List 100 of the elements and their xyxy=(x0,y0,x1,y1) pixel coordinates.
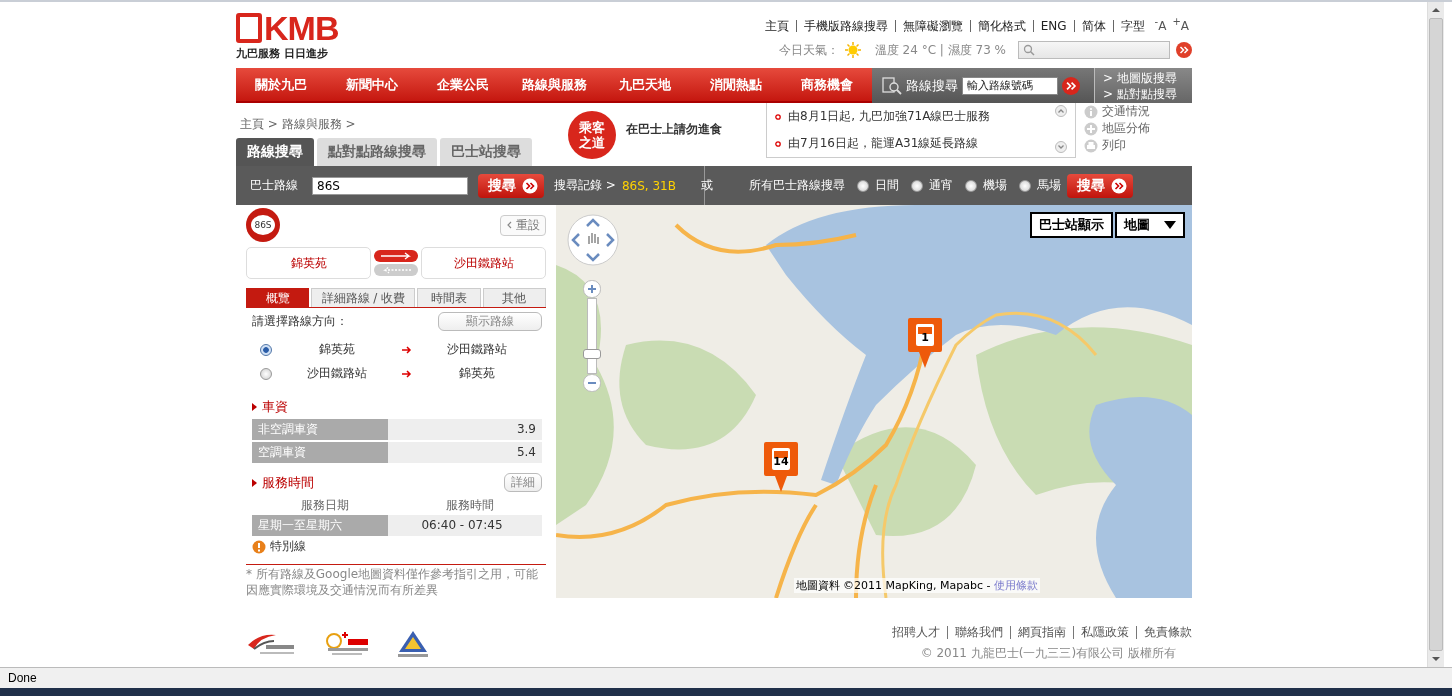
page-scrollbar[interactable] xyxy=(1427,2,1444,667)
destination-field[interactable]: 沙田鐵路站 xyxy=(421,247,546,279)
column-header: 服務日期 xyxy=(299,497,350,514)
reset-button[interactable]: 重設 xyxy=(500,214,546,236)
disclaimer-text: * 所有路線及Google地圖資料僅作參考指引之用，可能因應實際環境及交通情況而有所差異 xyxy=(246,564,546,598)
table-cell: 非空調車資 xyxy=(252,419,388,440)
radio-button[interactable] xyxy=(260,367,272,380)
route-tab[interactable]: 概覽 xyxy=(246,288,310,307)
detail-button[interactable]: 詳細 xyxy=(504,473,542,492)
or-label: 或 xyxy=(700,177,713,194)
map-type-dropdown[interactable]: 地圖 xyxy=(1115,212,1185,238)
route-tab[interactable]: 其他 xyxy=(482,288,546,307)
all-routes-label: 所有巴士路線搜尋 xyxy=(748,177,845,194)
radio-label: 機場 xyxy=(982,177,1007,194)
search-tab[interactable]: 路線搜尋 xyxy=(236,138,314,166)
footer-link[interactable]: 聯絡我們 xyxy=(947,626,1010,639)
origin-field[interactable]: 錦英苑 xyxy=(246,247,371,279)
nav-link[interactable]: > 點對點搜尋 xyxy=(1103,85,1192,102)
table-cell: 5.4 xyxy=(388,442,542,463)
bus-stop-toggle-button[interactable]: 巴士站顯示 xyxy=(1030,212,1113,238)
radio-button[interactable] xyxy=(910,179,923,192)
radio-label: 日間 xyxy=(874,177,899,194)
weather-reading: 溫度 24 °C | 濕度 73 % xyxy=(874,41,1006,59)
route-tab[interactable]: 時間表 xyxy=(417,288,481,307)
alert-icon xyxy=(252,539,266,554)
bullet-icon xyxy=(775,113,781,120)
search-tab[interactable]: 巴士站搜尋 xyxy=(440,138,532,166)
bus-stop-marker[interactable]: 14 xyxy=(764,442,798,492)
radio-label: 通宵 xyxy=(928,177,953,194)
go-button[interactable] xyxy=(1062,76,1080,95)
news-link[interactable]: 由7月16日起，龍運A31線延長路線 xyxy=(788,135,979,152)
top-link[interactable]: 简体 xyxy=(1073,20,1113,32)
route-number-field[interactable]: 輸入路線號碼 xyxy=(962,76,1058,95)
weather-label: 今日天氣： xyxy=(778,41,839,59)
special-route-title: 特別線 xyxy=(270,538,306,555)
section-title: 車資 xyxy=(262,398,289,416)
pan-control[interactable] xyxy=(567,214,619,266)
tool-link[interactable]: 列印 xyxy=(1084,137,1150,154)
info-icon xyxy=(1084,104,1098,119)
top-link[interactable]: 無障礙瀏覽 xyxy=(894,20,970,32)
footer-link[interactable]: 私隱政策 xyxy=(1073,626,1136,639)
direction-to: 沙田鐵路站 xyxy=(446,341,508,358)
tool-link[interactable]: 地區分佈 xyxy=(1084,120,1150,137)
radio-button[interactable] xyxy=(1018,179,1031,192)
top-link[interactable]: 手機版路線搜尋 xyxy=(795,20,895,32)
font-size-button[interactable]: $^{+}$A xyxy=(1169,16,1192,33)
top-link[interactable]: 簡化格式 xyxy=(969,20,1033,32)
table-cell: 空調車資 xyxy=(252,442,388,463)
sun-icon xyxy=(844,42,861,58)
notice-text: 在巴士上請勿進食 xyxy=(626,121,722,138)
caring-company-logo[interactable] xyxy=(324,631,370,657)
search-button[interactable]: 搜尋 xyxy=(1066,173,1133,198)
map-copyright: 地圖資料 ©2011 MapKing, Mapabc - xyxy=(795,579,992,592)
history-link[interactable]: 86S, 31B xyxy=(621,178,676,193)
nav-item[interactable]: 企業公民 xyxy=(417,68,509,101)
top-link[interactable]: 主頁 xyxy=(757,20,796,32)
kmb-logo[interactable]: KMB 九巴服務 日日進步 xyxy=(236,12,354,68)
nav-item[interactable]: 關於九巴 xyxy=(236,68,327,101)
scroll-down-icon[interactable] xyxy=(1055,141,1067,153)
route-field[interactable]: 86S xyxy=(312,176,468,195)
column-header: 服務時間 xyxy=(444,497,495,514)
radio-button[interactable] xyxy=(856,179,869,192)
print-icon xyxy=(1084,138,1098,153)
nav-item[interactable]: 消閒熱點 xyxy=(690,68,782,101)
footer-link[interactable]: 免責條款 xyxy=(1136,626,1192,639)
route-tab[interactable]: 詳細路線 / 收費 xyxy=(311,288,416,307)
search-button[interactable]: 搜尋 xyxy=(478,173,544,198)
show-route-button[interactable]: 顯示路線 xyxy=(438,312,542,331)
top-link[interactable]: ENG xyxy=(1032,20,1074,32)
zoom-thumb[interactable] xyxy=(583,348,601,359)
direction-prompt: 請選擇路線方向： xyxy=(252,313,348,330)
bus-stop-marker[interactable]: 1 xyxy=(908,318,942,368)
font-size-button[interactable]: $^{-}$A xyxy=(1151,16,1170,33)
nav-link[interactable]: > 地圖版搜尋 xyxy=(1103,69,1192,86)
nav-item[interactable]: 路線與服務 xyxy=(508,68,600,101)
site-search-field[interactable] xyxy=(1018,41,1170,59)
nav-item[interactable]: 新聞中心 xyxy=(326,68,418,101)
radio-button[interactable] xyxy=(260,343,272,356)
scroll-up-icon[interactable] xyxy=(1055,105,1067,117)
footer-link[interactable]: 招聘人才 xyxy=(885,626,947,639)
tool-link[interactable]: 交通情況 xyxy=(1084,103,1150,120)
footer-link[interactable]: 網頁指南 xyxy=(1010,626,1073,639)
section-title: 服務時間 xyxy=(262,473,315,492)
radio-button[interactable] xyxy=(964,179,977,192)
table-cell: 06:40 - 07:45 xyxy=(388,515,542,536)
nav-item[interactable]: 九巴天地 xyxy=(599,68,691,101)
copyright-text: © 2011 九龍巴士(一九三三)有限公司 版權所有 xyxy=(920,645,1176,662)
arrow-icon xyxy=(402,369,412,378)
swap-direction-button[interactable] xyxy=(373,249,419,277)
table-cell: 星期一至星期六 xyxy=(252,515,388,536)
certification-logo[interactable] xyxy=(396,630,430,658)
terms-link[interactable]: 使用條款 xyxy=(994,579,1038,592)
top-link[interactable]: 字型 xyxy=(1112,20,1152,32)
search-tab[interactable]: 點對點路線搜尋 xyxy=(317,138,437,166)
history-label: 搜尋記錄 > xyxy=(554,177,616,194)
go-button[interactable] xyxy=(1176,42,1192,58)
news-link[interactable]: 由8月1日起, 九巴加強71A線巴士服務 xyxy=(788,108,991,125)
nav-item[interactable]: 商務機會 xyxy=(781,68,872,101)
arrow-icon xyxy=(402,345,412,354)
radio-label: 馬場 xyxy=(1036,177,1061,194)
